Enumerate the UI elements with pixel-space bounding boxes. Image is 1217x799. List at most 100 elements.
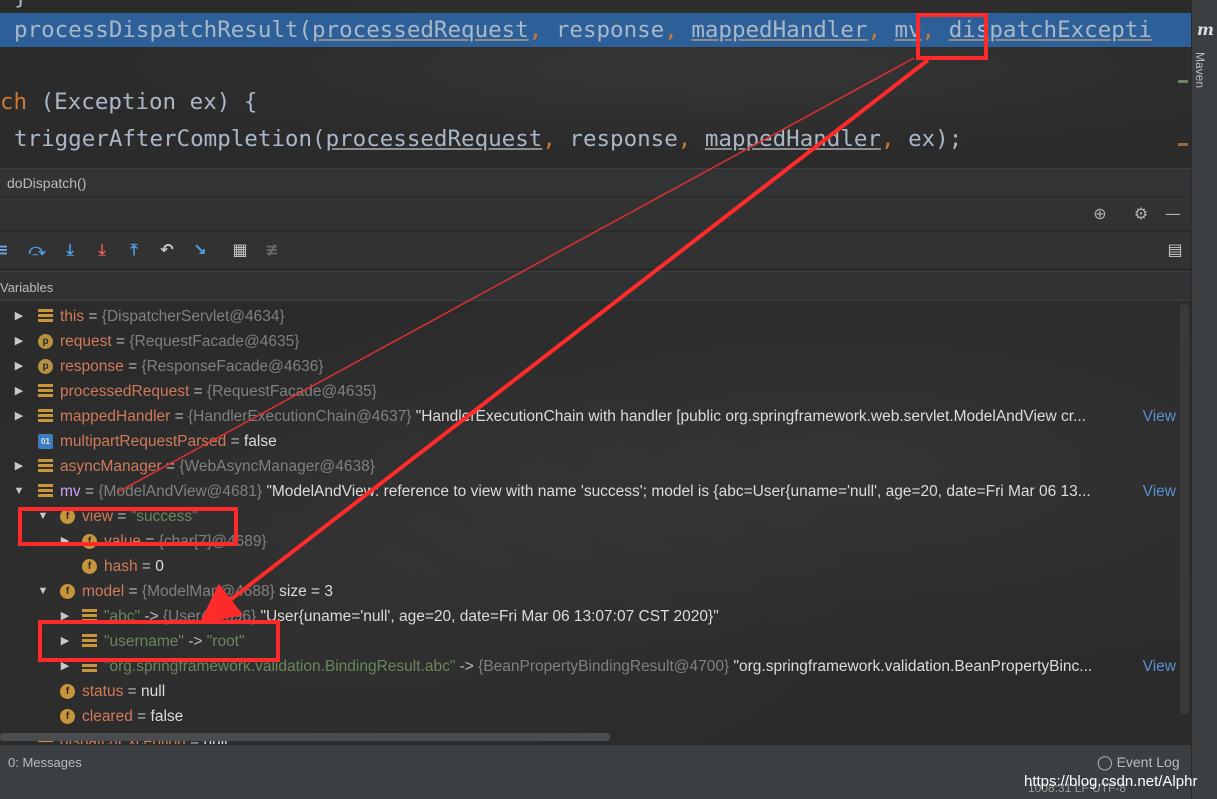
- arg-ex: ex);: [908, 126, 963, 152]
- code-line-current[interactable]: processDispatchResult(processedRequest, …: [0, 13, 1191, 47]
- expand-arrow-icon[interactable]: ▶: [12, 354, 26, 379]
- step-out-icon[interactable]: ⤒: [124, 240, 144, 260]
- var-name: cleared: [82, 708, 133, 725]
- expand-arrow-icon[interactable]: ▶: [12, 304, 26, 329]
- breadcrumb-method[interactable]: doDispatch(): [7, 175, 86, 191]
- crosshair-icon[interactable]: ⊕: [1091, 205, 1109, 223]
- trace-icon[interactable]: ≢: [262, 240, 282, 260]
- drop-frame-icon[interactable]: ↶: [157, 240, 177, 260]
- var-name: mv: [60, 483, 81, 500]
- tree-row[interactable]: 01 multipartRequestParsed = false: [0, 429, 1180, 454]
- breadcrumb[interactable]: doDispatch(): [0, 168, 1191, 197]
- gutter-marker: [1178, 80, 1188, 83]
- expand-arrow-icon[interactable]: ▶: [12, 454, 26, 479]
- function-call: processDispatchResult(: [14, 17, 313, 43]
- function-call: triggerAfterCompletion(: [14, 126, 326, 152]
- messages-tab[interactable]: 0: Messages: [8, 755, 82, 770]
- event-log-label: Event Log: [1116, 754, 1180, 770]
- step-into-icon[interactable]: ⤓: [60, 240, 80, 260]
- field-icon: f: [60, 709, 75, 724]
- layout-icon[interactable]: ▤: [1165, 240, 1185, 260]
- var-name: status: [82, 683, 124, 700]
- highlight-box-mv: [916, 13, 988, 60]
- var-value: "User{uname='null', age=20, date=Fri Mar…: [260, 608, 719, 625]
- code-line-trigger: triggerAfterCompletion(processedRequest,…: [14, 126, 963, 152]
- var-ref: {ModelMap@4688}: [141, 583, 275, 600]
- var-name: hash: [104, 558, 138, 575]
- collapse-arrow-icon[interactable]: ▼: [12, 479, 26, 504]
- var-ref: {BeanPropertyBindingResult@4700}: [478, 658, 730, 675]
- var-ref: {WebAsyncManager@4638}: [179, 458, 375, 475]
- highlight-box-username: [38, 620, 280, 662]
- field-icon: [38, 409, 53, 424]
- maven-icon[interactable]: m: [1197, 20, 1214, 39]
- var-ref: {RequestFacade@4635}: [129, 333, 300, 350]
- var-size: size = 3: [279, 583, 334, 600]
- tree-row[interactable]: ▶ asyncManager = {WebAsyncManager@4638}: [0, 454, 1180, 479]
- var-name: this: [60, 308, 85, 325]
- field-icon: f: [82, 559, 97, 574]
- tree-row[interactable]: ▶ this = {DispatcherServlet@4634}: [0, 304, 1180, 329]
- view-link[interactable]: View: [1143, 404, 1176, 429]
- view-link[interactable]: View: [1143, 654, 1176, 679]
- menu-icon[interactable]: ≡: [0, 240, 12, 260]
- tree-row[interactable]: ▶ p response = {ResponseFacade@4636}: [0, 354, 1180, 379]
- arg-mapped-handler: mappedHandler: [704, 126, 881, 152]
- gear-icon[interactable]: ⚙: [1132, 205, 1150, 223]
- event-log-tab[interactable]: ◯ Event Log: [1097, 754, 1180, 771]
- tree-row[interactable]: ▼ f model = {ModelMap@4688} size = 3: [0, 579, 1180, 604]
- step-over-icon[interactable]: ⤼: [27, 240, 47, 260]
- maven-tool-tab[interactable]: Maven: [1193, 45, 1216, 95]
- code-line-catch: ch (Exception ex) {: [0, 85, 257, 119]
- var-ref: {RequestFacade@4635}: [206, 383, 377, 400]
- variables-header: Variables: [0, 271, 1191, 301]
- tree-row[interactable]: f cleared = false: [0, 704, 1180, 729]
- tree-row[interactable]: ▶ p request = {RequestFacade@4635}: [0, 329, 1180, 354]
- catch-keyword: ch: [0, 89, 28, 115]
- force-step-into-icon[interactable]: ⤓: [92, 240, 112, 260]
- var-ref: {ResponseFacade@4636}: [141, 358, 324, 375]
- arg-mapped-handler: mappedHandler: [691, 17, 868, 43]
- var-value: "org.springframework.validation.BeanProp…: [733, 658, 1093, 675]
- vertical-scrollbar[interactable]: [1180, 304, 1189, 714]
- var-value: 0: [155, 558, 164, 575]
- run-to-cursor-icon[interactable]: ↘: [190, 240, 210, 260]
- tree-row[interactable]: f hash = 0: [0, 554, 1180, 579]
- arg-response: response: [569, 126, 678, 152]
- field-icon: [38, 459, 53, 474]
- watermark: https://blog.csdn.net/Alphr: [1024, 773, 1198, 790]
- var-value: false: [150, 708, 184, 725]
- var-value: "HandlerExecutionChain with handler [pub…: [415, 408, 1087, 425]
- parameter-icon: p: [38, 334, 53, 349]
- var-value: false: [243, 433, 277, 450]
- horizontal-scrollbar[interactable]: [0, 733, 610, 741]
- catch-clause: (Exception ex) {: [27, 89, 258, 115]
- var-ref: {ModelAndView@4681}: [98, 483, 263, 500]
- highlight-box-view: [18, 507, 238, 546]
- variables-title: Variables: [0, 280, 54, 295]
- debug-toolbar: ≡ ⤼ ⤓ ⤓ ⤒ ↶ ↘ ▦ ≢ ▤: [0, 232, 1191, 268]
- expand-arrow-icon[interactable]: ▶: [12, 329, 26, 354]
- var-name: multipartRequestParsed: [60, 433, 227, 450]
- tree-row[interactable]: ▶ mappedHandler = {HandlerExecutionChain…: [0, 404, 1180, 429]
- var-name: request: [60, 333, 112, 350]
- expand-arrow-icon[interactable]: ▶: [12, 404, 26, 429]
- tree-row[interactable]: f status = null: [0, 679, 1180, 704]
- expand-arrow-icon[interactable]: ▶: [12, 379, 26, 404]
- var-name: response: [60, 358, 124, 375]
- evaluate-expression-icon[interactable]: ▦: [230, 240, 250, 260]
- minimize-icon[interactable]: —: [1164, 205, 1182, 223]
- event-log-icon: ◯: [1097, 754, 1113, 770]
- tree-row[interactable]: ▼ mv = {ModelAndView@4681} "ModelAndView…: [0, 479, 1180, 504]
- var-name: asyncManager: [60, 458, 162, 475]
- code-editor[interactable]: } processDispatchResult(processedRequest…: [0, 0, 1191, 168]
- var-ref: {HandlerExecutionChain@4637}: [187, 408, 412, 425]
- tree-row[interactable]: ▶ processedRequest = {RequestFacade@4635…: [0, 379, 1180, 404]
- view-link[interactable]: View: [1143, 479, 1176, 504]
- field-icon: [38, 384, 53, 399]
- collapse-arrow-icon[interactable]: ▼: [36, 579, 50, 604]
- var-value: null: [141, 683, 166, 700]
- arg-response: response: [555, 17, 665, 43]
- var-ref: {DispatcherServlet@4634}: [101, 308, 285, 325]
- code-line-brace: }: [14, 0, 28, 14]
